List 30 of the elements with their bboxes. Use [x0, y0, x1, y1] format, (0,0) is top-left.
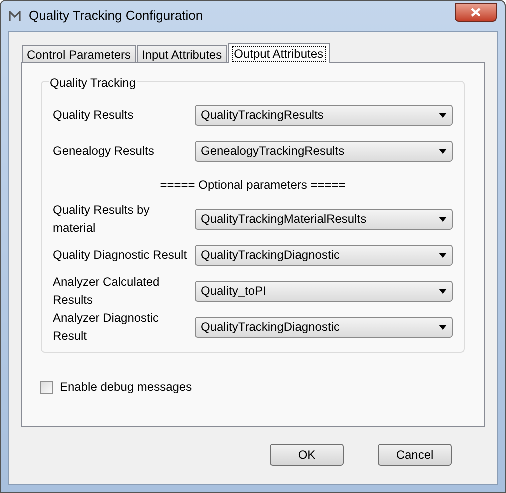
dialog-button[interactable]: OK — [270, 444, 344, 466]
close-button[interactable] — [455, 2, 497, 22]
field-label: Genealogy Results — [53, 143, 156, 160]
window-title: Quality Tracking Configuration — [29, 7, 204, 26]
dropdown-arrow-icon — [439, 288, 447, 294]
dropdown-arrow-icon — [439, 252, 447, 258]
dropdown[interactable]: QualityTrackingMaterialResults — [195, 208, 453, 230]
dialog-button[interactable]: Cancel — [378, 444, 452, 466]
dropdown[interactable]: GenealogyTrackingResults — [195, 140, 453, 162]
field-label: Analyzer Calculated Results — [53, 274, 161, 309]
tab[interactable]: Output Attributes — [228, 43, 330, 63]
tab[interactable]: Control Parameters — [22, 45, 136, 62]
close-icon — [471, 8, 481, 16]
field-label: Quality Results — [53, 107, 135, 124]
dropdown-arrow-icon — [439, 216, 447, 222]
tab[interactable]: Input Attributes — [137, 45, 228, 62]
app-logo-icon — [9, 11, 21, 21]
dropdown-arrow-icon — [439, 112, 447, 118]
section-heading: ===== Optional parameters ===== — [160, 177, 346, 194]
dropdown[interactable]: QualityTrackingDiagnostic — [195, 244, 453, 266]
dropdown[interactable]: QualityTrackingDiagnostic — [195, 316, 453, 338]
checkbox-label: Enable debug messages — [60, 379, 192, 396]
field-label: Quality Results by material — [53, 202, 151, 237]
dropdown-arrow-icon — [439, 148, 447, 154]
field-label: Analyzer Diagnostic Result — [53, 310, 160, 345]
checkbox[interactable] — [40, 380, 53, 394]
dropdown-arrow-icon — [439, 324, 447, 330]
dropdown[interactable]: Quality_toPI — [195, 280, 453, 302]
dropdown[interactable]: QualityTrackingResults — [195, 104, 453, 126]
field-label: Quality Diagnostic Result — [53, 247, 188, 264]
